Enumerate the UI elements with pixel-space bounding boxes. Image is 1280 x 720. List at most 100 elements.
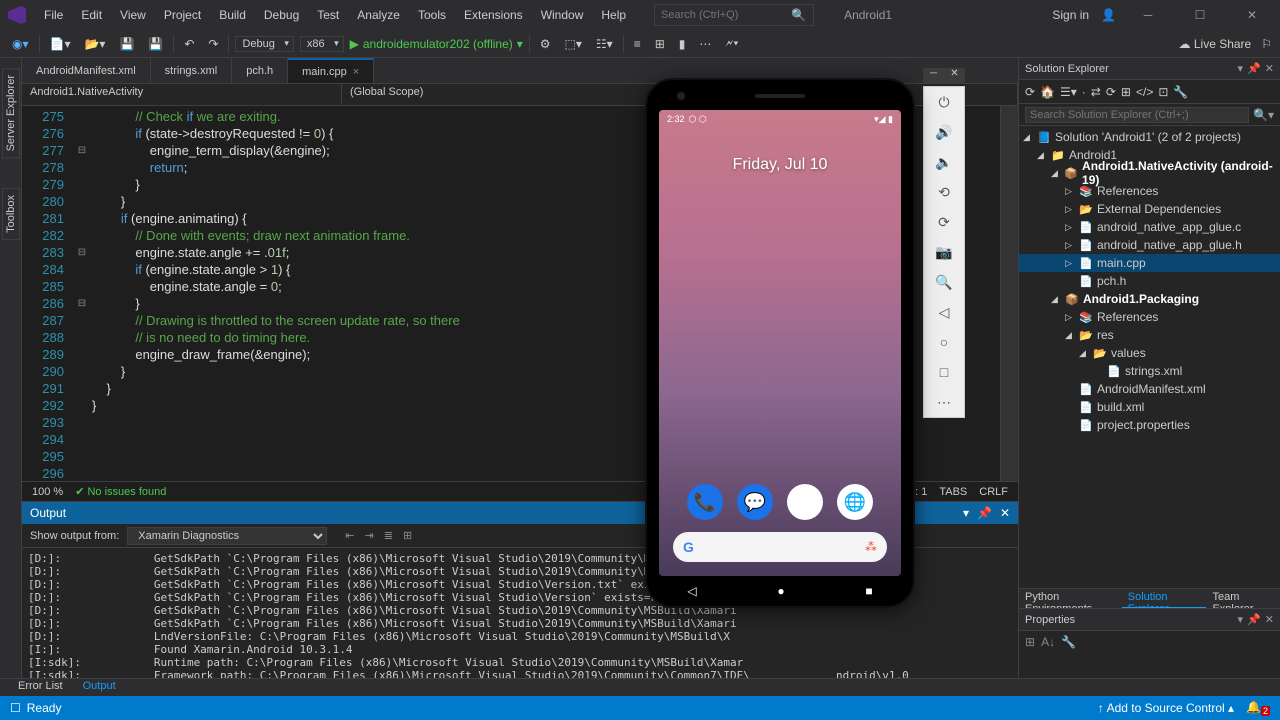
redo-button[interactable]: ↷: [204, 35, 222, 53]
tree-node[interactable]: 📄strings.xml: [1019, 362, 1280, 380]
tree-node[interactable]: ▷📄android_native_app_glue.c: [1019, 218, 1280, 236]
home-icon[interactable]: ⟳: [1025, 85, 1035, 99]
tree-node[interactable]: ◢📦Android1.NativeActivity (android-19): [1019, 164, 1280, 182]
source-control-button[interactable]: ↑ Add to Source Control ▴: [1098, 701, 1234, 715]
menu-debug[interactable]: Debug: [256, 4, 307, 26]
quick-search-input[interactable]: [661, 9, 791, 21]
output-source-select[interactable]: Xamarin Diagnostics: [127, 527, 327, 545]
dock-app-icon[interactable]: 🌐: [837, 484, 873, 520]
open-button[interactable]: 📂▾: [80, 35, 109, 53]
tree-node[interactable]: ▷📄android_native_app_glue.h: [1019, 236, 1280, 254]
tree-node[interactable]: ◢📂res: [1019, 326, 1280, 344]
issues-indicator[interactable]: ✔ No issues found: [75, 485, 166, 498]
show-icon[interactable]: ⊞: [1121, 85, 1131, 99]
notification-bell[interactable]: 🔔2: [1246, 700, 1270, 716]
menu-project[interactable]: Project: [156, 4, 209, 26]
volume-up-icon[interactable]: 🔊: [924, 117, 964, 147]
tree-node[interactable]: ▷📄main.cpp: [1019, 254, 1280, 272]
sign-in-link[interactable]: Sign in: [1052, 8, 1089, 22]
menu-view[interactable]: View: [112, 4, 154, 26]
tool-icon[interactable]: ≡: [630, 35, 645, 53]
code-icon[interactable]: </>: [1136, 85, 1153, 99]
close-button[interactable]: ✕: [1232, 1, 1272, 29]
next-icon[interactable]: ⇥: [365, 529, 374, 542]
alpha-icon[interactable]: A↓: [1041, 635, 1055, 649]
menu-extensions[interactable]: Extensions: [456, 4, 531, 26]
new-item-button[interactable]: 📄▾: [46, 35, 75, 53]
tree-node[interactable]: ▷📚References: [1019, 308, 1280, 326]
wrench-icon[interactable]: 🔧: [1173, 85, 1188, 99]
wrench-icon[interactable]: 🔧: [1061, 635, 1076, 649]
android-emulator-window[interactable]: ─ ✕ ⏻ 🔊 🔈 ⟲ ⟳ 📷 🔍 ◁ ○ □ ⋯ 2:32 ⬡ ⬡ ▾◢ ▮ …: [645, 68, 965, 608]
minimize-button[interactable]: ─: [1128, 1, 1168, 29]
home-icon[interactable]: ○: [924, 327, 964, 357]
menu-edit[interactable]: Edit: [73, 4, 110, 26]
emulator-minimize-icon[interactable]: ─: [923, 68, 944, 84]
tab-main-cpp[interactable]: main.cpp×: [288, 58, 374, 83]
tree-node[interactable]: ◢📦Android1.Packaging: [1019, 290, 1280, 308]
home-icon[interactable]: 🏠: [1040, 85, 1055, 99]
menu-window[interactable]: Window: [533, 4, 592, 26]
bottom-tab-error-list[interactable]: Error List: [8, 679, 73, 696]
tree-node[interactable]: 📄pch.h: [1019, 272, 1280, 290]
camera-icon[interactable]: 📷: [924, 237, 964, 267]
tree-node[interactable]: 📄build.xml: [1019, 398, 1280, 416]
google-search-bar[interactable]: G ⁂: [673, 532, 887, 562]
wrap-icon[interactable]: ⊞: [403, 529, 412, 542]
tool-icon[interactable]: ⊞: [651, 35, 669, 53]
config-dropdown[interactable]: Debug: [235, 36, 293, 52]
side-tab-python-environments[interactable]: Python Environments: [1019, 589, 1122, 608]
user-icon[interactable]: 👤: [1101, 8, 1116, 22]
undo-button[interactable]: ↶: [180, 35, 198, 53]
tab-pch-h[interactable]: pch.h: [232, 58, 288, 83]
tool-icon[interactable]: ⚙: [536, 35, 555, 53]
platform-dropdown[interactable]: x86: [300, 36, 344, 52]
bottom-tab-output[interactable]: Output: [73, 679, 126, 696]
tool-icon[interactable]: ⬚▾: [561, 35, 586, 53]
rotate-right-icon[interactable]: ⟳: [924, 207, 964, 237]
feedback-icon[interactable]: ⚐: [1261, 37, 1272, 51]
tab-AndroidManifest-xml[interactable]: AndroidManifest.xml: [22, 58, 151, 83]
output-pin-icon[interactable]: 📌: [977, 506, 992, 520]
dock-app-icon[interactable]: 💬: [737, 484, 773, 520]
dropdown-icon[interactable]: ▾: [1238, 613, 1244, 626]
solution-root[interactable]: ◢📘Solution 'Android1' (2 of 2 projects): [1019, 128, 1280, 146]
tab-strings-xml[interactable]: strings.xml: [151, 58, 233, 83]
zoom-level[interactable]: 100 %: [32, 486, 63, 498]
save-button[interactable]: 💾: [115, 35, 138, 53]
run-button[interactable]: ▶ androidemulator202 (offline) ▾: [350, 37, 523, 51]
prev-icon[interactable]: ⇤: [345, 529, 354, 542]
nav-back-icon[interactable]: ◁: [687, 584, 696, 598]
menu-help[interactable]: Help: [593, 4, 634, 26]
side-tab-team-explorer[interactable]: Team Explorer: [1206, 589, 1280, 608]
more-icon[interactable]: ⋯: [924, 387, 964, 417]
sync-icon[interactable]: ⇄: [1091, 85, 1101, 99]
assistant-icon[interactable]: ⁂: [865, 540, 877, 554]
server-explorer-tab[interactable]: Server Explorer: [2, 68, 20, 158]
dropdown-icon[interactable]: ▾: [1238, 62, 1244, 75]
maximize-button[interactable]: ☐: [1180, 1, 1220, 29]
emulator-title-bar[interactable]: ─ ✕: [923, 68, 965, 84]
dock-app-icon[interactable]: 📞: [687, 484, 723, 520]
tool-icon[interactable]: 🗲▾: [721, 34, 742, 53]
tree-node[interactable]: ◢📂values: [1019, 344, 1280, 362]
rotate-left-icon[interactable]: ⟲: [924, 177, 964, 207]
save-all-button[interactable]: 💾: [144, 35, 167, 53]
emulator-close-icon[interactable]: ✕: [944, 68, 965, 84]
dock-app-icon[interactable]: ▶: [787, 484, 823, 520]
back-button[interactable]: ◉▾: [8, 35, 33, 53]
volume-down-icon[interactable]: 🔈: [924, 147, 964, 177]
tool-icon[interactable]: ▮: [675, 35, 690, 53]
power-icon[interactable]: ⏻: [924, 87, 964, 117]
zoom-icon[interactable]: 🔍: [924, 267, 964, 297]
side-tab-solution-explorer[interactable]: Solution Explorer: [1122, 589, 1207, 608]
collapse-icon[interactable]: ☰▾: [1060, 85, 1077, 99]
emulator-screen[interactable]: 2:32 ⬡ ⬡ ▾◢ ▮ Friday, Jul 10 📞💬▶🌐 G ⁂: [659, 110, 901, 576]
props-icon[interactable]: ⊡: [1158, 85, 1168, 99]
pin-icon[interactable]: 📌: [1247, 613, 1261, 626]
menu-analyze[interactable]: Analyze: [349, 4, 408, 26]
live-share-button[interactable]: ☁ Live Share: [1179, 37, 1252, 51]
refresh-icon[interactable]: ⟳: [1106, 85, 1116, 99]
toolbox-tab[interactable]: Toolbox: [2, 188, 20, 240]
menu-file[interactable]: File: [36, 4, 71, 26]
